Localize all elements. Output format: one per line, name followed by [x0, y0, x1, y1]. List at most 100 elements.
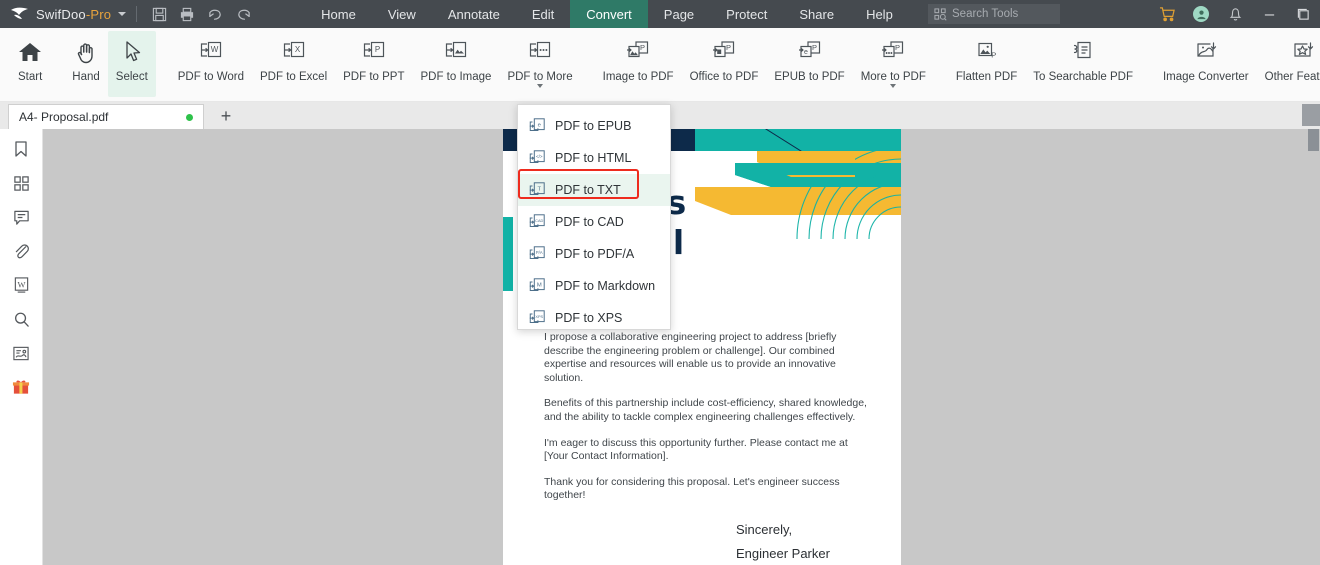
menu-item-pdf-to-txt[interactable]: T PDF to TXT	[518, 174, 670, 206]
svg-text:e: e	[538, 123, 541, 129]
ribbon-hand-label: Hand	[72, 71, 100, 83]
menu-view[interactable]: View	[372, 0, 432, 28]
pdf-to-more-icon	[527, 37, 553, 67]
svg-text:P: P	[640, 43, 645, 52]
ribbon-pdf-to-word[interactable]: W PDF to Word	[170, 31, 252, 97]
attachment-icon[interactable]	[8, 239, 34, 263]
ribbon-to-searchable-pdf[interactable]: To Searchable PDF	[1025, 31, 1141, 97]
ribbon-pdf-to-excel-label: PDF to Excel	[260, 71, 328, 83]
minimize-button[interactable]	[1252, 0, 1286, 28]
swifdoo-bird-icon	[10, 6, 30, 22]
menu-convert[interactable]: Convert	[570, 0, 648, 28]
tabstrip-scroll-handle[interactable]	[1302, 104, 1320, 126]
signature-icon[interactable]	[8, 341, 34, 365]
ribbon-image-to-pdf-label: Image to PDF	[602, 71, 674, 83]
maximize-button[interactable]	[1286, 0, 1320, 28]
ribbon-other-features[interactable]: Other Features	[1257, 31, 1320, 97]
menu-home[interactable]: Home	[305, 0, 372, 28]
bell-icon[interactable]	[1218, 0, 1252, 28]
app-logo-group[interactable]: SwifDoo-Pro	[0, 6, 127, 22]
search-icon[interactable]	[8, 307, 34, 331]
ribbon-office-to-pdf[interactable]: P Office to PDF	[682, 31, 767, 97]
svg-text:P: P	[812, 43, 817, 52]
menu-item-label: PDF to XPS	[555, 311, 623, 325]
word-icon[interactable]: W	[8, 273, 34, 297]
ribbon-start[interactable]: Start	[10, 31, 50, 97]
avatar	[1193, 6, 1209, 22]
ribbon-image-converter[interactable]: Image Converter	[1155, 31, 1257, 97]
document-paragraph: Benefits of this partnership include cos…	[544, 397, 867, 423]
image-to-pdf-icon: P	[625, 37, 651, 67]
image-converter-icon	[1192, 37, 1220, 67]
svg-text:M: M	[537, 283, 542, 289]
print-icon[interactable]	[173, 0, 201, 28]
svg-text:e: e	[804, 49, 808, 56]
ribbon-select[interactable]: Select	[107, 31, 156, 97]
redo-icon[interactable]	[229, 0, 257, 28]
pdf-to-html-icon: </>	[528, 149, 546, 167]
document-paragraph: Thank you for considering this proposal.…	[544, 475, 840, 502]
workspace-scrollbar-thumb[interactable]	[1308, 129, 1319, 151]
menu-edit[interactable]: Edit	[516, 0, 570, 28]
brand-chevron-down-icon[interactable]	[118, 12, 127, 16]
svg-text:P/A: P/A	[536, 250, 543, 255]
new-tab-button[interactable]: +	[216, 106, 236, 126]
search-tools-input[interactable]: Search Tools	[928, 4, 1060, 24]
document-workspace[interactable]: Business Proposal Dear Acorn I propose a…	[43, 129, 1320, 565]
chevron-down-icon[interactable]	[890, 84, 897, 88]
svg-text:W: W	[211, 45, 219, 54]
ribbon-pdf-to-ppt[interactable]: P PDF to PPT	[335, 31, 412, 97]
menu-item-label: PDF to EPUB	[555, 119, 632, 133]
menu-page[interactable]: Page	[648, 0, 710, 28]
menu-item-pdf-to-pdfa[interactable]: P/A PDF to PDF/A	[518, 238, 670, 270]
save-icon[interactable]	[145, 0, 173, 28]
ribbon-epub-to-pdf[interactable]: P e EPUB to PDF	[766, 31, 852, 97]
ribbon-more-to-pdf[interactable]: P More to PDF	[853, 31, 934, 97]
menu-item-pdf-to-html[interactable]: </> PDF to HTML	[518, 142, 670, 174]
page-footer-decoration	[503, 544, 663, 565]
workspace-scrollbar[interactable]	[1307, 129, 1320, 565]
ribbon-hand[interactable]: Hand	[64, 31, 108, 97]
document-paragraph: I propose a collaborative engineering pr…	[544, 331, 837, 384]
window-controls-group	[1150, 0, 1320, 28]
pdf-to-more-dropdown-menu[interactable]: e PDF to EPUB </> PDF to HTML T PDF to T…	[517, 104, 671, 330]
ribbon-image-to-pdf[interactable]: P Image to PDF	[595, 31, 682, 97]
menu-item-pdf-to-cad[interactable]: CAD PDF to CAD	[518, 206, 670, 238]
menu-item-pdf-to-xps[interactable]: XPS PDF to XPS	[518, 302, 670, 334]
menu-item-pdf-to-markdown[interactable]: M PDF to Markdown	[518, 270, 670, 302]
cart-icon[interactable]	[1150, 0, 1184, 28]
undo-icon[interactable]	[201, 0, 229, 28]
ribbon-epub-to-pdf-label: EPUB to PDF	[774, 71, 845, 83]
bookmark-icon[interactable]	[8, 137, 34, 161]
thumbnails-icon[interactable]	[8, 171, 34, 195]
account-icon[interactable]	[1184, 0, 1218, 28]
svg-text:X: X	[294, 45, 300, 54]
ribbon-pdf-to-more[interactable]: PDF to More	[499, 31, 580, 97]
unsaved-indicator-dot	[186, 113, 193, 121]
ribbon-flatten-pdf[interactable]: P Flatten PDF	[948, 31, 1025, 97]
ribbon-other-features-label: Other Features	[1264, 71, 1320, 83]
ribbon-pdf-to-image[interactable]: PDF to Image	[412, 31, 499, 97]
gift-icon[interactable]	[8, 375, 34, 399]
svg-text:W: W	[17, 279, 25, 289]
page-left-teal-bar	[503, 217, 513, 291]
ribbon-pdf-to-word-label: PDF to Word	[177, 71, 245, 83]
document-tab[interactable]: A4- Proposal.pdf	[8, 104, 204, 129]
menu-help[interactable]: Help	[850, 0, 909, 28]
chevron-down-icon[interactable]	[537, 84, 544, 88]
pdf-to-ppt-icon: P	[361, 37, 387, 67]
menu-protect[interactable]: Protect	[710, 0, 783, 28]
ribbon-pdf-to-excel[interactable]: X PDF to Excel	[252, 31, 335, 97]
ribbon-pdf-to-ppt-label: PDF to PPT	[343, 71, 405, 83]
menu-item-pdf-to-epub[interactable]: e PDF to EPUB	[518, 110, 670, 142]
pdf-to-cad-icon: CAD	[528, 213, 546, 231]
comment-icon[interactable]	[8, 205, 34, 229]
pdf-to-txt-icon: T	[528, 181, 546, 199]
svg-text:T: T	[537, 187, 541, 193]
menu-item-label: PDF to CAD	[555, 215, 624, 229]
home-icon	[18, 37, 42, 67]
other-features-icon	[1289, 37, 1317, 67]
menu-share[interactable]: Share	[783, 0, 850, 28]
menu-item-label: PDF to HTML	[555, 151, 632, 165]
menu-annotate[interactable]: Annotate	[432, 0, 516, 28]
